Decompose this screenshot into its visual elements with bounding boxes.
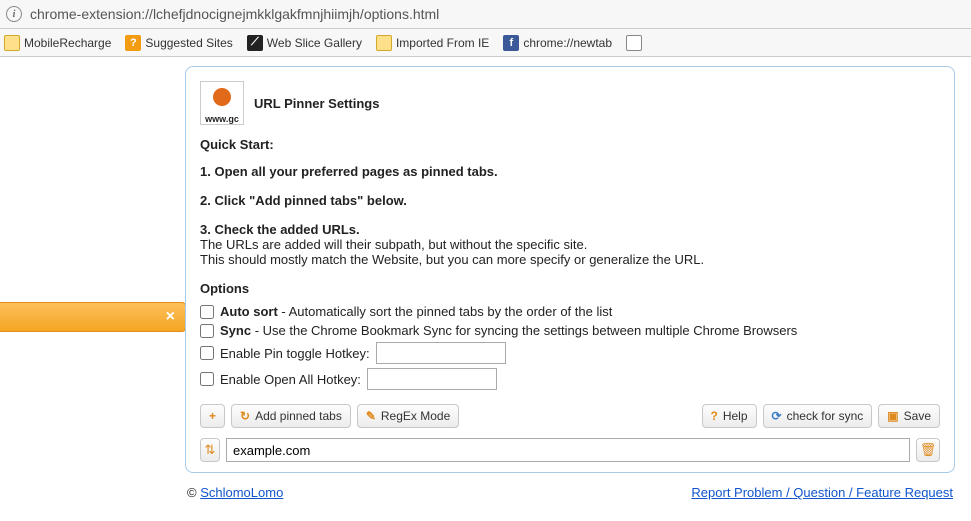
site-icon: ? [125, 35, 141, 51]
bookmark-label: Suggested Sites [145, 36, 232, 50]
drag-handle[interactable]: ⇅ [200, 438, 220, 462]
help-icon: ? [711, 409, 718, 423]
folder-icon [4, 35, 20, 51]
url-entry-row: ⇅ 🗑 [200, 438, 940, 462]
autosort-label: Auto sort - Automatically sort the pinne… [220, 304, 612, 319]
sync-checkbox[interactable] [200, 324, 214, 338]
quick-start-step3: 3. Check the added URLs. [200, 222, 940, 237]
regex-icon: ✎ [366, 409, 376, 423]
bookmark-suggested-sites[interactable]: ? Suggested Sites [125, 35, 232, 51]
address-url[interactable]: chrome-extension://lchefjdnocignejmkklga… [30, 6, 965, 22]
panel-header: www.gc URL Pinner Settings [200, 81, 940, 125]
quick-start-heading: Quick Start: [200, 137, 940, 152]
openall-hotkey-label: Enable Open All Hotkey: [220, 372, 361, 387]
bookmark-blank[interactable] [626, 35, 642, 51]
site-icon: ⟋ [247, 35, 263, 51]
bookmark-label: Web Slice Gallery [267, 36, 362, 50]
logo-text: www.gc [205, 114, 239, 124]
option-autosort-row: Auto sort - Automatically sort the pinne… [200, 304, 940, 319]
bookmark-newtab[interactable]: f chrome://newtab [503, 35, 612, 51]
pin-icon [213, 88, 231, 106]
toolbar: + ↻Add pinned tabs ✎RegEx Mode ?Help ⟳ch… [200, 404, 940, 428]
info-icon[interactable]: i [6, 6, 22, 22]
side-notification-tab[interactable]: × [0, 302, 186, 332]
option-openall-hotkey-row: Enable Open All Hotkey: [200, 368, 940, 390]
quick-start-step1: 1. Open all your preferred pages as pinn… [200, 164, 498, 179]
openall-hotkey-checkbox[interactable] [200, 372, 214, 386]
sync-label: Sync - Use the Chrome Bookmark Sync for … [220, 323, 797, 338]
bookmark-imported-ie[interactable]: Imported From IE [376, 35, 489, 51]
site-icon: f [503, 35, 519, 51]
bookmark-mobile-recharge[interactable]: MobileRecharge [4, 35, 111, 51]
report-problem-link[interactable]: Report Problem / Question / Feature Requ… [691, 485, 953, 500]
add-pinned-tabs-button[interactable]: ↻Add pinned tabs [231, 404, 351, 428]
bookmark-label: Imported From IE [396, 36, 489, 50]
document-icon [626, 35, 642, 51]
quick-start-step3a: The URLs are added will their subpath, b… [200, 237, 940, 252]
quick-start-step3b: This should mostly match the Website, bu… [200, 252, 940, 267]
copyright: © SchlomoLomo [187, 485, 283, 500]
quick-start-step2: 2. Click "Add pinned tabs" below. [200, 193, 407, 208]
sync-icon: ⟳ [772, 409, 782, 423]
plus-icon: + [209, 409, 216, 423]
settings-panel: www.gc URL Pinner Settings Quick Start: … [185, 66, 955, 473]
bookmarks-bar: MobileRecharge ? Suggested Sites ⟋ Web S… [0, 29, 971, 57]
autosort-checkbox[interactable] [200, 305, 214, 319]
pin-hotkey-input[interactable] [376, 342, 506, 364]
url-input[interactable] [226, 438, 910, 462]
close-icon[interactable]: × [166, 308, 175, 326]
pin-hotkey-label: Enable Pin toggle Hotkey: [220, 346, 370, 361]
option-sync-row: Sync - Use the Chrome Bookmark Sync for … [200, 323, 940, 338]
add-button[interactable]: + [200, 404, 225, 428]
page-title: URL Pinner Settings [254, 96, 379, 111]
bookmark-label: MobileRecharge [24, 36, 111, 50]
regex-mode-button[interactable]: ✎RegEx Mode [357, 404, 459, 428]
bookmark-label: chrome://newtab [523, 36, 612, 50]
drag-icon: ⇅ [205, 442, 216, 458]
author-link[interactable]: SchlomoLomo [200, 485, 283, 500]
openall-hotkey-input[interactable] [367, 368, 497, 390]
delete-url-button[interactable]: 🗑 [916, 438, 940, 462]
bookmark-web-slice[interactable]: ⟋ Web Slice Gallery [247, 35, 362, 51]
help-button[interactable]: ?Help [702, 404, 757, 428]
app-logo: www.gc [200, 81, 244, 125]
save-button[interactable]: ▣Save [878, 404, 940, 428]
refresh-icon: ↻ [240, 409, 250, 423]
check-sync-button[interactable]: ⟳check for sync [763, 404, 873, 428]
folder-icon [376, 35, 392, 51]
footer: © SchlomoLomo Report Problem / Question … [185, 485, 955, 500]
address-bar: i chrome-extension://lchefjdnocignejmkkl… [0, 0, 971, 29]
option-pin-hotkey-row: Enable Pin toggle Hotkey: [200, 342, 940, 364]
pin-hotkey-checkbox[interactable] [200, 346, 214, 360]
trash-icon: 🗑 [920, 442, 937, 458]
save-icon: ▣ [887, 409, 898, 423]
options-heading: Options [200, 281, 940, 296]
